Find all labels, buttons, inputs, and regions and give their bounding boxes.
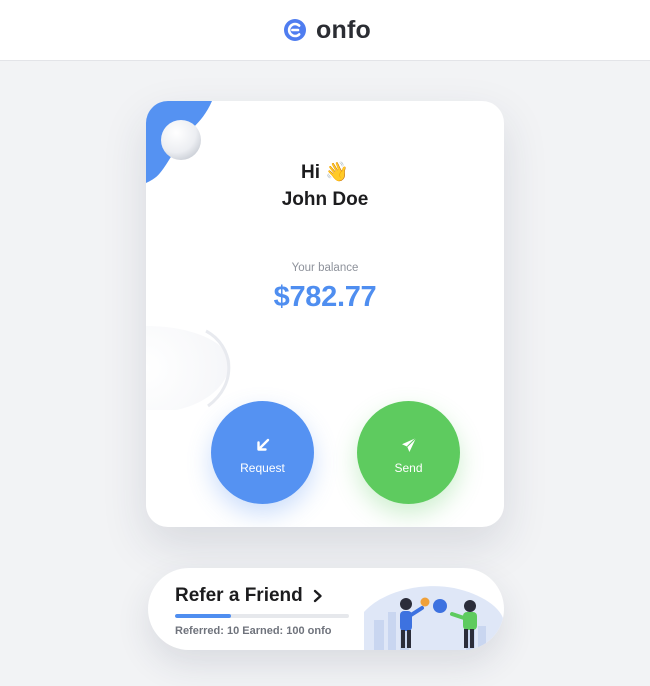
- referral-progress-bar: [175, 614, 349, 618]
- refer-friend-card[interactable]: Refer a Friend Referred: 10 Earned: 100 …: [148, 568, 504, 650]
- arc-decoration: [146, 326, 231, 410]
- user-name: John Doe: [281, 189, 369, 210]
- refer-title: Refer a Friend: [175, 585, 323, 607]
- referral-stats: Referred: 10 Earned: 100 onfo: [175, 625, 332, 637]
- referral-progress-fill: [175, 614, 231, 618]
- send-label: Send: [394, 460, 423, 475]
- arrow-down-left-icon: [256, 438, 269, 451]
- balance-label: Your balance: [291, 262, 359, 274]
- onfo-logo-icon: [284, 19, 307, 41]
- balance-value: $782.77: [273, 281, 377, 313]
- greeting-hi: Hi 👋: [301, 162, 349, 183]
- brand-name: onfo: [316, 15, 371, 44]
- request-button[interactable]: Request: [211, 401, 314, 504]
- chevron-right-icon: [313, 589, 322, 603]
- top-bar: onfo: [0, 0, 650, 61]
- balance-card: Hi 👋 John Doe Your balance $782.77 Reque…: [146, 101, 504, 527]
- paper-plane-icon: [401, 437, 416, 452]
- greeting: Hi 👋 John Doe: [146, 159, 504, 213]
- request-label: Request: [240, 460, 285, 475]
- send-button[interactable]: Send: [357, 401, 460, 504]
- brand[interactable]: onfo: [283, 16, 371, 45]
- people-illustration: [364, 586, 504, 650]
- refer-title-text: Refer a Friend: [175, 585, 303, 606]
